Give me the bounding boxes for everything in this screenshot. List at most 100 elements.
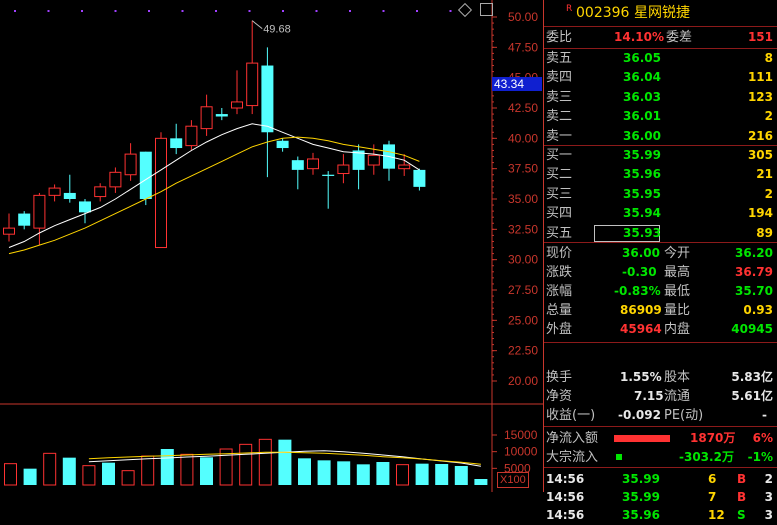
candle-body-up xyxy=(124,153,137,176)
price-tick-label: 27.50 xyxy=(508,283,538,297)
volume-unit-label: X100 xyxy=(497,472,529,488)
ask-price: 36.04 xyxy=(623,70,661,85)
volume-bar-up xyxy=(121,470,135,486)
quote-row-now: 现价 36.00 今开 36.20 xyxy=(546,246,773,261)
bid-row[interactable]: 买二 35.96 21 xyxy=(544,165,777,184)
bid-label: 买三 xyxy=(546,186,573,202)
bid-row[interactable]: 买五 35.93 89 xyxy=(544,224,777,243)
price-tick-label: 37.50 xyxy=(508,162,538,176)
price-tick-label: 35.00 xyxy=(508,192,538,206)
ask-price: 36.05 xyxy=(623,51,661,65)
ask-label: 卖五 xyxy=(546,51,573,66)
high-annotation: 49.68 xyxy=(263,24,291,36)
ask-price: 36.03 xyxy=(623,89,661,104)
candle-body-down xyxy=(63,192,76,199)
price-tick-label: 40.00 xyxy=(508,131,538,145)
price-tag: 43.34 xyxy=(492,77,542,91)
block-flow-bar xyxy=(616,454,622,460)
bid-label: 买一 xyxy=(546,148,573,163)
volume-bar-down xyxy=(102,462,115,485)
volume-bar-down xyxy=(62,457,76,485)
volume-bar-down xyxy=(317,460,331,485)
net-flow-bar xyxy=(614,435,670,442)
stock-code: 002396 xyxy=(576,5,630,21)
bid-volume: 2 xyxy=(764,186,773,201)
ask-price: 36.01 xyxy=(623,109,661,124)
stock-name: 星网锐捷 xyxy=(634,5,690,21)
candle-body-down xyxy=(139,151,152,199)
bid-row[interactable]: 买一 35.99 305 xyxy=(544,146,777,165)
candle-body-up xyxy=(3,227,15,235)
stock-header: R 002396 星网锐捷 xyxy=(544,4,777,23)
weibi-row: 委比 14.10% 委差 151 xyxy=(546,30,773,45)
ask-label: 卖一 xyxy=(546,128,573,144)
period-marker xyxy=(449,10,452,12)
volume-bar-down xyxy=(23,468,37,485)
period-marker xyxy=(416,10,418,12)
volume-bar-down xyxy=(200,457,213,485)
bid-price: 35.96 xyxy=(623,167,661,182)
volume-bar-down xyxy=(278,439,292,485)
ask-row[interactable]: 卖四 36.04 111 xyxy=(544,68,777,87)
candle-body-up xyxy=(307,158,319,170)
volume-bar-down xyxy=(298,458,311,485)
ask-row[interactable]: 卖三 36.03 123 xyxy=(544,88,777,107)
ask-label: 卖二 xyxy=(546,109,573,125)
price-tick-label: 25.00 xyxy=(508,313,538,327)
volume-bar-down xyxy=(415,463,429,485)
ask-row[interactable]: 卖二 36.01 2 xyxy=(544,107,777,126)
ask-row[interactable]: 卖五 36.05 8 xyxy=(544,49,777,68)
candle-body-up xyxy=(231,101,243,109)
volume-bar-down xyxy=(454,466,468,485)
ask-row[interactable]: 卖一 36.00 216 xyxy=(544,127,777,146)
period-marker xyxy=(315,10,318,12)
bid-price: 35.99 xyxy=(623,148,661,162)
candle-body-down xyxy=(18,213,31,226)
price-tick-label: 22.50 xyxy=(508,344,538,358)
ask-volume: 123 xyxy=(747,89,773,104)
candle-body-up xyxy=(94,186,107,198)
volume-bar-down xyxy=(435,464,449,485)
price-tick-label: 30.00 xyxy=(508,253,538,267)
bid-label: 买二 xyxy=(546,167,573,183)
candle-body-down xyxy=(276,140,289,149)
flow-row-block: 大宗流入 -303.2万 -1% xyxy=(546,450,773,465)
volume-bar-up xyxy=(180,453,194,486)
tick-row: 14:56 35.99 6 B 2 xyxy=(546,472,773,486)
candle-body-down xyxy=(170,138,183,149)
price-tick-label: 42.50 xyxy=(508,101,538,115)
volume-tick-label: 15000 xyxy=(504,428,538,442)
volume-bar-down xyxy=(376,462,390,485)
quote-row-change: 涨跌 -0.30 最高 36.79 xyxy=(546,265,773,280)
candle-body-up xyxy=(33,194,46,229)
price-tick-label: 32.50 xyxy=(508,222,538,236)
candle-body-down xyxy=(261,65,274,133)
candle-body-up xyxy=(109,171,122,188)
bid-price: 35.95 xyxy=(623,186,661,201)
period-marker xyxy=(47,10,50,12)
volume-bar-down xyxy=(337,461,351,485)
volume-bar-up xyxy=(141,455,155,486)
volume-bar-up xyxy=(258,438,272,486)
candle-body-down xyxy=(291,160,304,170)
volume-bar-up xyxy=(4,463,17,486)
ask-label: 卖四 xyxy=(546,70,573,86)
kline-chart-area[interactable]: 50.0047.5045.0042.5040.0037.5035.0032.50… xyxy=(0,0,543,492)
fund-row-nav: 净资 7.15 流通 5.61亿 xyxy=(546,389,773,404)
tick-row: 14:56 35.96 12 S 3 xyxy=(546,508,773,522)
fund-row-turnover: 换手 1.55% 股本 5.83亿 xyxy=(546,370,773,385)
bid-row[interactable]: 买四 35.94 194 xyxy=(544,204,777,223)
bid-volume: 305 xyxy=(747,148,773,162)
bid-row[interactable]: 买三 35.95 2 xyxy=(544,185,777,204)
period-marker xyxy=(215,10,217,12)
volume-bar-up xyxy=(396,464,409,486)
kline-chart[interactable]: 50.0047.5045.0042.5040.0037.5035.0032.50… xyxy=(0,0,543,492)
candle-body-up xyxy=(200,106,213,130)
window-box-icon[interactable] xyxy=(480,3,493,16)
period-marker xyxy=(181,10,184,12)
price-tick-label: 20.00 xyxy=(508,374,538,388)
candle-body-up xyxy=(246,62,259,107)
candle-body-up xyxy=(48,187,61,196)
candle-body-down xyxy=(79,201,91,213)
ask-volume: 216 xyxy=(747,128,773,143)
